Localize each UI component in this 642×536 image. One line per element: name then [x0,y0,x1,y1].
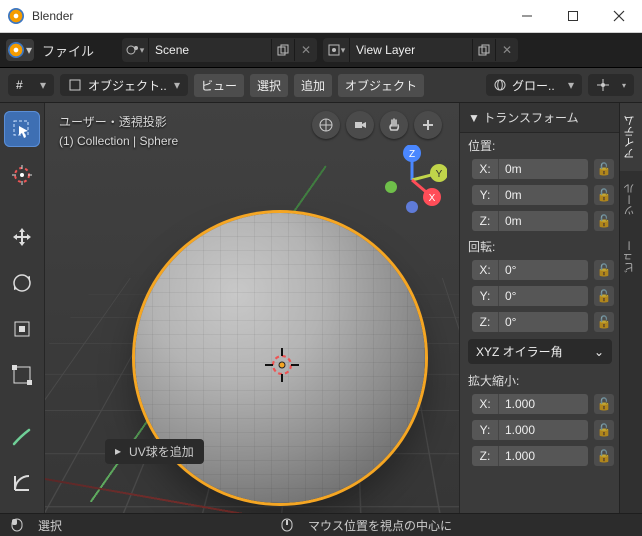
mouse-left-icon [10,517,24,533]
tab-view[interactable]: ビュー [620,228,642,285]
tab-item[interactable]: アイテム [620,103,642,171]
rotation-z-field[interactable]: Z:0° [472,312,588,332]
overlay-object-label: (1) Collection | Sphere [59,134,178,148]
status-center-label: マウス位置を視点の中心に [308,517,452,534]
rotation-label: 回転: [460,234,620,257]
last-operator-label: UV球を追加 [129,443,194,460]
orientation-gizmo[interactable]: Z Y X [377,145,447,215]
lock-location-x[interactable]: 🔓 [594,159,614,179]
viewlayer-name-input[interactable] [350,43,472,57]
object-mode-icon [68,78,82,92]
rotation-mode-dropdown[interactable]: XYZ オイラー角⌄ [468,339,612,364]
lock-location-z[interactable]: 🔓 [594,211,614,231]
scene-field: ▾ ✕ [122,38,317,62]
tab-tool[interactable]: ツール [620,171,642,228]
toolbar [0,103,45,513]
zoom-view-icon[interactable] [414,111,442,139]
scene-delete-button[interactable]: ✕ [294,39,317,61]
viewlayer-icon[interactable]: ▾ [323,38,350,62]
transform-panel-header[interactable]: ▼ トランスフォーム [460,103,620,133]
lock-rotation-x[interactable]: 🔓 [594,260,614,280]
scene-icon[interactable]: ▾ [122,38,149,62]
lock-location-y[interactable]: 🔓 [594,185,614,205]
select-box-tool[interactable] [4,111,40,147]
3d-viewport[interactable]: ユーザー・透視投影 (1) Collection | Sphere Z Y X … [45,103,642,513]
mode-label: オブジェクト.. [88,77,167,94]
viewport-overlay-buttons [312,111,442,139]
scale-y-field[interactable]: Y:1.000 [472,420,588,440]
file-menu[interactable]: ファイル [42,41,94,60]
svg-text:Z: Z [409,149,415,160]
scene-name-input[interactable] [149,43,271,57]
pan-view-icon[interactable] [380,111,408,139]
blender-logo-icon [8,8,24,24]
location-y-field[interactable]: Y:0m [472,185,588,205]
pivot-dropdown[interactable]: ▾ [588,74,634,96]
status-bar: 選択 マウス位置を視点の中心に [0,513,642,536]
scene-copy-button[interactable] [271,39,294,61]
rotation-x-field[interactable]: X:0° [472,260,588,280]
overlay-info: ユーザー・透視投影 (1) Collection | Sphere [59,113,178,148]
app-menu-button[interactable]: ▾ [6,39,34,61]
main-header: ▾ ファイル ▾ ✕ ▾ ✕ [0,33,642,68]
mode-dropdown[interactable]: オブジェクト..▾ [60,74,188,96]
add-menu[interactable]: 追加 [294,74,332,97]
3d-cursor-icon [265,348,299,382]
window-titlebar: Blender [0,0,642,33]
rotate-tool[interactable] [4,265,40,301]
window-minimize-button[interactable] [504,1,550,31]
operator-redo-panel: ▸ UV球を追加 [105,437,452,465]
svg-text:Y: Y [436,169,443,180]
n-panel-tabs: アイテム ツール ビュー [619,103,642,513]
chevron-right-icon: ▸ [115,444,121,458]
scale-tool[interactable] [4,311,40,347]
select-menu[interactable]: 選択 [250,74,288,97]
scale-label: 拡大縮小: [460,368,620,391]
globe-icon [494,79,506,91]
orientation-label: グロー.. [512,77,555,94]
lock-scale-y[interactable]: 🔓 [594,420,614,440]
rotation-y-field[interactable]: Y:0° [472,286,588,306]
svg-text:X: X [429,193,436,204]
annotate-tool[interactable] [4,419,40,455]
measure-tool[interactable] [4,465,40,501]
viewlayer-copy-button[interactable] [472,39,495,61]
camera-view-icon[interactable] [346,111,374,139]
shading-wireframe-icon[interactable] [312,111,340,139]
lock-rotation-z[interactable]: 🔓 [594,312,614,332]
cursor-tool[interactable] [4,157,40,193]
scale-z-field[interactable]: Z:1.000 [472,446,588,466]
mouse-middle-icon [280,517,294,533]
move-tool[interactable] [4,219,40,255]
last-operator-button[interactable]: ▸ UV球を追加 [105,439,204,464]
location-label: 位置: [460,133,620,156]
overlay-perspective-label: ユーザー・透視投影 [59,113,178,130]
window-maximize-button[interactable] [550,1,596,31]
scale-x-field[interactable]: X:1.000 [472,394,588,414]
transform-tool[interactable] [4,357,40,393]
viewport-header: #▾ オブジェクト..▾ ビュー 選択 追加 オブジェクト グロー..▾ ▾ [0,68,642,103]
lock-scale-x[interactable]: 🔓 [594,394,614,414]
viewport-area: ユーザー・透視投影 (1) Collection | Sphere Z Y X … [0,103,642,513]
lock-scale-z[interactable]: 🔓 [594,446,614,466]
viewlayer-delete-button[interactable]: ✕ [495,39,518,61]
editor-type-dropdown[interactable]: #▾ [8,74,54,96]
orientation-dropdown[interactable]: グロー..▾ [486,74,582,96]
lock-rotation-y[interactable]: 🔓 [594,286,614,306]
window-title: Blender [32,9,73,23]
viewlayer-field: ▾ ✕ [323,38,518,62]
location-x-field[interactable]: X:0m [472,159,588,179]
n-panel: ▼ トランスフォーム 位置: X:0m 🔓 Y:0m 🔓 Z:0m 🔓 回転: X:0… [459,103,620,513]
status-select-label: 選択 [38,517,62,534]
object-menu[interactable]: オブジェクト [338,74,424,97]
location-z-field[interactable]: Z:0m [472,211,588,231]
window-close-button[interactable] [596,1,642,31]
view-menu[interactable]: ビュー [194,74,244,97]
